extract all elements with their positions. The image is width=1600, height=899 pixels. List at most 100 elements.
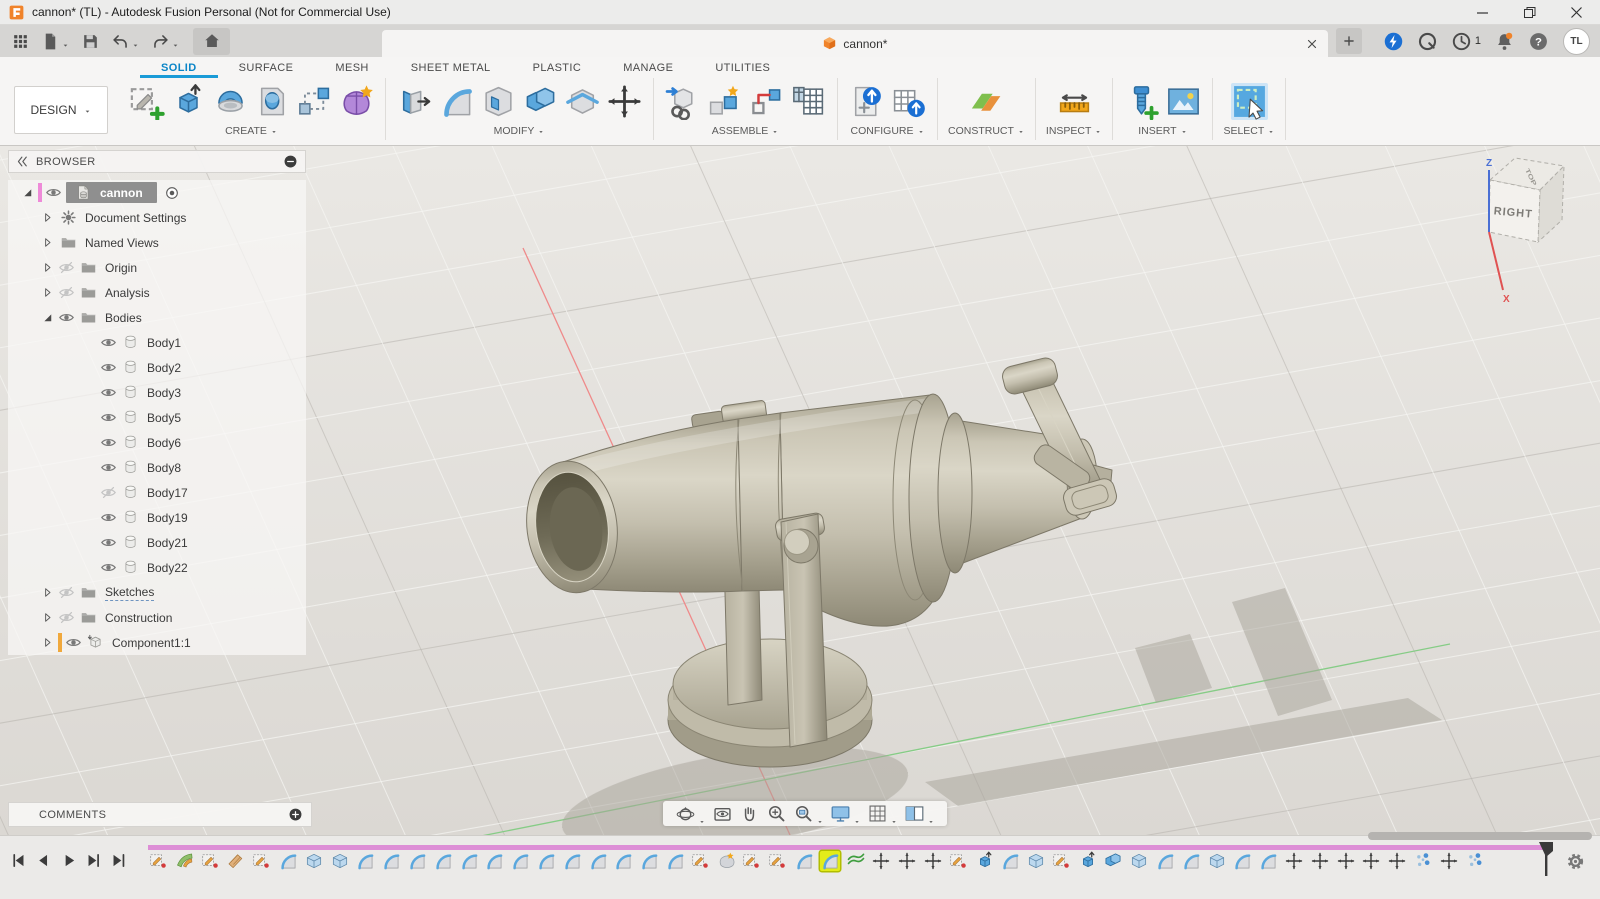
go-to-end-button[interactable] <box>110 852 127 869</box>
browser-row-body21[interactable]: Body21 <box>8 530 306 555</box>
comments-panel[interactable]: COMMENTS <box>8 802 312 827</box>
group-label-construct[interactable]: CONSTRUCT <box>948 125 1025 140</box>
minimize-browser-icon[interactable] <box>283 154 298 169</box>
timeline-feature-move[interactable] <box>871 851 891 871</box>
collapsed-triangle-icon[interactable] <box>40 610 55 625</box>
rectangular-pattern-button[interactable] <box>296 83 333 120</box>
create-form-button[interactable] <box>338 83 375 120</box>
timeline-feature-zigzag[interactable] <box>846 851 866 871</box>
chevron-down-icon[interactable] <box>171 37 180 47</box>
timeline-feature-fillet[interactable] <box>588 851 608 871</box>
activate-component-radio[interactable] <box>164 185 180 201</box>
fit-icon[interactable] <box>793 803 814 824</box>
browser-row-body17[interactable]: Body17 <box>8 480 306 505</box>
chevron-down-icon[interactable] <box>816 813 824 823</box>
timeline-feature-box[interactable] <box>1207 851 1227 871</box>
revolve-button[interactable] <box>212 83 249 120</box>
group-label-create[interactable]: CREATE <box>225 125 278 140</box>
timeline-feature-form[interactable] <box>717 851 737 871</box>
timeline-feature-sketch[interactable] <box>252 851 272 871</box>
timeline-feature-loft2[interactable] <box>226 851 246 871</box>
timeline-feature-move[interactable] <box>1284 851 1304 871</box>
browser-row-body8[interactable]: Body8 <box>8 455 306 480</box>
visibility-eye-icon[interactable] <box>100 359 117 376</box>
browser-row-bodies[interactable]: Bodies <box>8 305 306 330</box>
redo-icon[interactable] <box>151 32 170 51</box>
grid-settings-icon[interactable] <box>867 803 888 824</box>
timeline-feature-loft[interactable] <box>175 851 195 871</box>
timeline-feature-move[interactable] <box>1361 851 1381 871</box>
maximize-button[interactable] <box>1506 0 1553 24</box>
measure-button[interactable] <box>1056 83 1093 120</box>
chevron-down-icon[interactable] <box>927 813 935 823</box>
browser-row-body19[interactable]: Body19 <box>8 505 306 530</box>
as-built-joint-button[interactable] <box>748 83 785 120</box>
go-to-start-button[interactable] <box>10 852 27 869</box>
chevron-down-icon[interactable] <box>698 813 706 823</box>
timeline-feature-fillet[interactable] <box>407 851 427 871</box>
timeline-feature-fillet[interactable] <box>562 851 582 871</box>
visibility-eye-icon[interactable] <box>100 434 117 451</box>
orbit-icon[interactable] <box>675 803 696 824</box>
visibility-eye-off-icon[interactable] <box>58 259 75 276</box>
file-new-icon[interactable] <box>41 32 60 51</box>
timeline-feature-fillet[interactable] <box>613 851 633 871</box>
timeline-feature-sketch[interactable] <box>201 851 221 871</box>
collapsed-triangle-icon[interactable] <box>40 210 55 225</box>
timeline-feature-fillet[interactable] <box>355 851 375 871</box>
browser-row-body1[interactable]: Body1 <box>8 330 306 355</box>
tab-manage[interactable]: MANAGE <box>602 62 694 78</box>
visibility-eye-off-icon[interactable] <box>58 584 75 601</box>
chevron-down-icon[interactable] <box>890 813 898 823</box>
group-label-insert[interactable]: INSERT <box>1138 125 1187 140</box>
visibility-eye-icon[interactable] <box>65 634 82 651</box>
insert-canvas-button[interactable] <box>1165 83 1202 120</box>
expand-comments-icon[interactable] <box>288 807 303 822</box>
group-label-inspect[interactable]: INSPECT <box>1046 125 1103 140</box>
browser-row-body2[interactable]: Body2 <box>8 355 306 380</box>
visibility-eye-icon[interactable] <box>45 184 62 201</box>
create-sketch-button[interactable] <box>128 83 165 122</box>
browser-row-sketches[interactable]: Sketches <box>8 580 306 605</box>
job-status-icon[interactable] <box>1451 31 1472 52</box>
timeline-feature-sketch[interactable] <box>742 851 762 871</box>
press-pull-button[interactable] <box>396 83 433 120</box>
insert-fastener-button[interactable] <box>1123 83 1160 121</box>
timeline-scrollbar[interactable] <box>1368 832 1592 840</box>
timeline-feature-sketch[interactable] <box>149 851 169 871</box>
group-label-select[interactable]: SELECT <box>1223 125 1275 140</box>
browser-row-body3[interactable]: Body3 <box>8 380 306 405</box>
timeline-feature-box[interactable] <box>1026 851 1046 871</box>
app-grid-icon[interactable] <box>11 32 30 51</box>
timeline-feature-sketch[interactable] <box>768 851 788 871</box>
collapsed-triangle-icon[interactable] <box>40 235 55 250</box>
browser-row-body6[interactable]: Body6 <box>8 430 306 455</box>
timeline-feature-fillet[interactable] <box>433 851 453 871</box>
visibility-eye-icon[interactable] <box>100 509 117 526</box>
collapsed-triangle-icon[interactable] <box>40 635 55 650</box>
motion-study-button[interactable] <box>790 83 827 120</box>
timeline-feature-combine[interactable] <box>1103 851 1123 871</box>
visibility-eye-icon[interactable] <box>100 534 117 551</box>
browser-row-document-settings[interactable]: Document Settings <box>8 205 306 230</box>
visibility-eye-icon[interactable] <box>100 409 117 426</box>
look-at-icon[interactable] <box>712 803 733 824</box>
timeline-feature-move[interactable] <box>923 851 943 871</box>
timeline-feature-fillet[interactable] <box>819 851 840 871</box>
design-workspace-menu[interactable]: DESIGN <box>14 85 108 134</box>
timeline-feature-extrude[interactable] <box>1078 851 1098 871</box>
timeline-feature-box[interactable] <box>304 851 324 871</box>
new-tab-button[interactable] <box>1335 28 1362 54</box>
home-button[interactable] <box>193 27 230 55</box>
tab-utilities[interactable]: UTILITIES <box>694 62 791 78</box>
minimize-button[interactable] <box>1459 0 1506 24</box>
step-back-button[interactable] <box>35 852 52 869</box>
collapsed-triangle-icon[interactable] <box>40 285 55 300</box>
extrude-button[interactable] <box>170 83 207 120</box>
visibility-eye-off-icon[interactable] <box>58 609 75 626</box>
move-copy-button[interactable] <box>606 83 643 120</box>
timeline-feature-sketch[interactable] <box>1052 851 1072 871</box>
collapsed-triangle-icon[interactable] <box>40 260 55 275</box>
timeline-feature-move[interactable] <box>1387 851 1407 871</box>
timeline-feature-pattern[interactable] <box>1413 851 1433 871</box>
